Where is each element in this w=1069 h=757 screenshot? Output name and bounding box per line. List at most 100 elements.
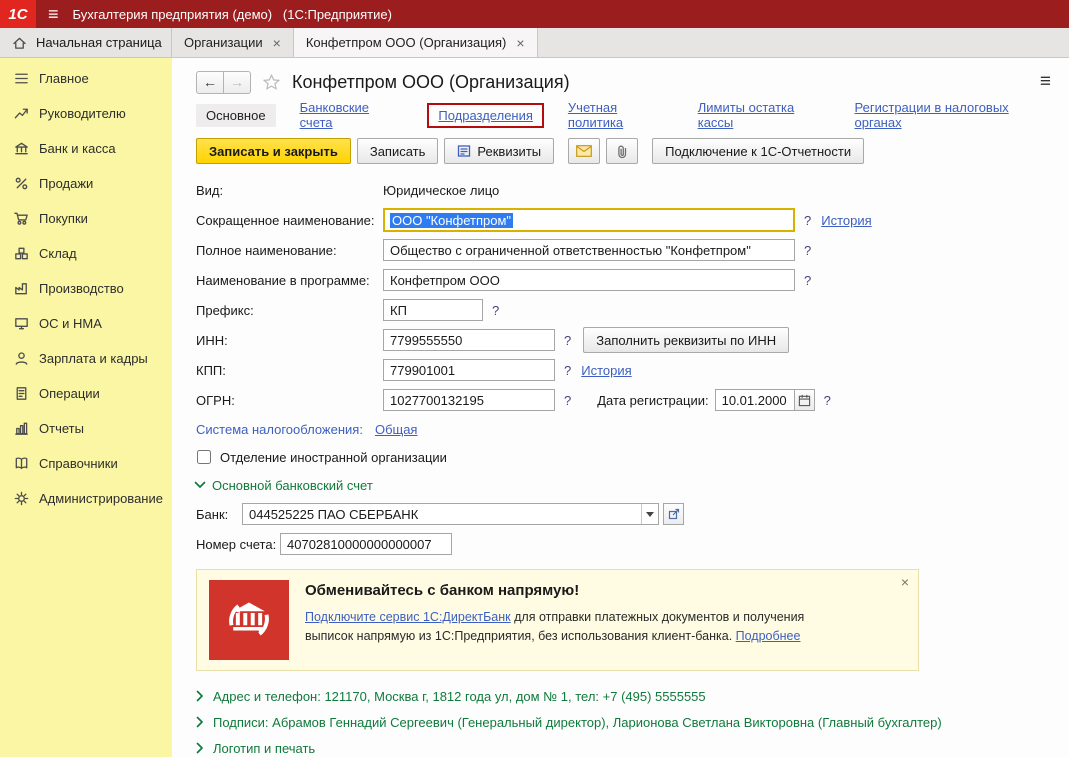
sidebar-item-main[interactable]: Главное bbox=[0, 61, 172, 96]
tab-konfetprom[interactable]: Конфетпром ООО (Организация) × bbox=[294, 28, 538, 57]
sidebar-item-label: Покупки bbox=[39, 211, 88, 226]
nav-tab-departments[interactable]: Подразделения bbox=[438, 108, 533, 123]
forward-button[interactable]: → bbox=[223, 71, 251, 94]
sidebar-item-payroll-hr[interactable]: Зарплата и кадры bbox=[0, 341, 172, 376]
sidebar-item-operations[interactable]: Операции bbox=[0, 376, 172, 411]
bank-combobox[interactable]: 044525225 ПАО СБЕРБАНК bbox=[242, 503, 659, 525]
sidebar-item-label: Справочники bbox=[39, 456, 118, 471]
banner-title: Обменивайтесь с банком напрямую! bbox=[305, 582, 804, 599]
more-menu-icon[interactable]: ≡ bbox=[1040, 71, 1051, 93]
sidebar-item-fixed-assets[interactable]: ОС и НМА bbox=[0, 306, 172, 341]
ogrn-row: ОГРН: ? Дата регистрации: ? bbox=[196, 385, 1055, 415]
reg-date-label: Дата регистрации: bbox=[597, 393, 708, 408]
paperclip-icon bbox=[615, 144, 629, 159]
chevron-right-icon bbox=[196, 716, 204, 728]
send-email-button[interactable] bbox=[568, 138, 600, 164]
sidebar-item-references[interactable]: Справочники bbox=[0, 446, 172, 481]
foreign-branch-checkbox[interactable] bbox=[197, 450, 211, 464]
favorite-star-icon[interactable] bbox=[263, 74, 280, 90]
sidebar-item-production[interactable]: Производство bbox=[0, 271, 172, 306]
reg-date-field bbox=[715, 389, 815, 411]
bank-account-section-title: Основной банковский счет bbox=[212, 478, 373, 493]
prefix-row: Префикс: ? bbox=[196, 295, 1055, 325]
tab-organizations[interactable]: Организации × bbox=[172, 28, 294, 57]
back-button[interactable]: ← bbox=[196, 71, 224, 94]
ogrn-input[interactable] bbox=[383, 389, 555, 411]
sidebar-item-sales[interactable]: Продажи bbox=[0, 166, 172, 201]
help-icon[interactable]: ? bbox=[824, 393, 831, 408]
connect-1c-reporting-button[interactable]: Подключение к 1С-Отчетности bbox=[652, 138, 864, 164]
banner-text-line1: для отправки платежных документов и полу… bbox=[511, 610, 805, 624]
help-icon[interactable]: ? bbox=[804, 243, 811, 258]
nav-tab-main[interactable]: Основное bbox=[196, 104, 276, 127]
app-name-input[interactable] bbox=[383, 269, 795, 291]
full-name-input[interactable] bbox=[383, 239, 795, 261]
nav-tab-bank-accounts[interactable]: Банковские счета bbox=[300, 100, 404, 130]
monitor-icon bbox=[12, 315, 30, 333]
save-and-close-button[interactable]: Записать и закрыть bbox=[196, 138, 351, 164]
sidebar-item-label: Производство bbox=[39, 281, 124, 296]
address-phone-label: Адрес и телефон: 121170, Москва г, 1812 … bbox=[213, 689, 706, 704]
kpp-label: КПП: bbox=[196, 363, 383, 378]
sidebar-item-manager[interactable]: Руководителю bbox=[0, 96, 172, 131]
kpp-history-link[interactable]: История bbox=[581, 363, 631, 378]
help-icon[interactable]: ? bbox=[492, 303, 499, 318]
address-phone-section-toggle[interactable]: Адрес и телефон: 121170, Москва г, 1812 … bbox=[196, 683, 1055, 709]
main-menu-burger-icon[interactable]: ≡ bbox=[48, 5, 59, 23]
help-icon[interactable]: ? bbox=[564, 333, 571, 348]
attachments-button[interactable] bbox=[606, 138, 638, 164]
help-icon[interactable]: ? bbox=[564, 393, 571, 408]
title-bar: 1С ≡ Бухгалтерия предприятия (демо) (1С:… bbox=[0, 0, 1069, 28]
bank-account-section-toggle[interactable]: Основной банковский счет bbox=[196, 471, 1055, 499]
nav-tab-accounting-policy[interactable]: Учетная политика bbox=[568, 100, 674, 130]
sidebar-item-label: ОС и НМА bbox=[39, 316, 102, 331]
requisites-button[interactable]: Реквизиты bbox=[444, 138, 554, 164]
banner-text-line2: выписок напрямую из 1С:Предприятия, без … bbox=[305, 629, 736, 643]
kpp-row: КПП: ? История bbox=[196, 355, 1055, 385]
directbank-service-link[interactable]: Подключите сервис 1С:ДиректБанк bbox=[305, 610, 511, 624]
main-area: Главное Руководителю Банк и касса Продаж… bbox=[0, 58, 1069, 757]
short-name-row: Сокращенное наименование: ООО "Конфетпро… bbox=[196, 205, 1055, 235]
account-number-label: Номер счета: bbox=[196, 537, 280, 552]
sidebar-item-purchases[interactable]: Покупки bbox=[0, 201, 172, 236]
kind-row: Вид: Юридическое лицо bbox=[196, 175, 1055, 205]
short-name-history-link[interactable]: История bbox=[821, 213, 871, 228]
tax-system-link[interactable]: Общая bbox=[375, 422, 418, 437]
account-number-row: Номер счета: bbox=[196, 529, 1055, 559]
sidebar-item-label: Продажи bbox=[39, 176, 93, 191]
help-icon[interactable]: ? bbox=[804, 213, 811, 228]
banner-close-icon[interactable]: × bbox=[901, 574, 909, 590]
fill-by-inn-button[interactable]: Заполнить реквизиты по ИНН bbox=[583, 327, 789, 353]
sidebar-item-bank-cash[interactable]: Банк и касса bbox=[0, 131, 172, 166]
prefix-input[interactable] bbox=[383, 299, 483, 321]
kpp-input[interactable] bbox=[383, 359, 555, 381]
close-icon[interactable]: × bbox=[516, 36, 524, 50]
banner-more-link[interactable]: Подробнее bbox=[736, 629, 801, 643]
sidebar-item-reports[interactable]: Отчеты bbox=[0, 411, 172, 446]
close-icon[interactable]: × bbox=[273, 36, 281, 50]
sidebar-item-label: Отчеты bbox=[39, 421, 84, 436]
dropdown-caret-icon[interactable] bbox=[641, 504, 658, 524]
banner-body: Обменивайтесь с банком напрямую! Подключ… bbox=[305, 580, 804, 660]
account-number-input[interactable] bbox=[280, 533, 452, 555]
sidebar-item-administration[interactable]: Администрирование bbox=[0, 481, 172, 516]
1c-logo: 1С bbox=[0, 0, 36, 28]
nav-tab-cash-limits[interactable]: Лимиты остатка кассы bbox=[698, 100, 831, 130]
sidebar-item-label: Главное bbox=[39, 71, 89, 86]
sidebar-item-warehouse[interactable]: Склад bbox=[0, 236, 172, 271]
open-bank-account-button[interactable] bbox=[663, 503, 684, 525]
signatures-section-toggle[interactable]: Подписи: Абрамов Геннадий Сергеевич (Ген… bbox=[196, 709, 1055, 735]
reg-date-input[interactable] bbox=[715, 389, 795, 411]
help-icon[interactable]: ? bbox=[804, 273, 811, 288]
ogrn-label: ОГРН: bbox=[196, 393, 383, 408]
inn-input[interactable] bbox=[383, 329, 555, 351]
tab-home[interactable]: Начальная страница bbox=[0, 28, 172, 57]
full-name-label: Полное наименование: bbox=[196, 243, 383, 258]
save-button[interactable]: Записать bbox=[357, 138, 439, 164]
logo-stamp-section-toggle[interactable]: Логотип и печать bbox=[196, 735, 1055, 757]
nav-tab-tax-registrations[interactable]: Регистрации в налоговых органах bbox=[855, 100, 1055, 130]
boxes-icon bbox=[12, 245, 30, 263]
help-icon[interactable]: ? bbox=[564, 363, 571, 378]
calendar-icon[interactable] bbox=[795, 389, 815, 411]
short-name-input[interactable]: ООО "Конфетпром" bbox=[383, 208, 795, 232]
